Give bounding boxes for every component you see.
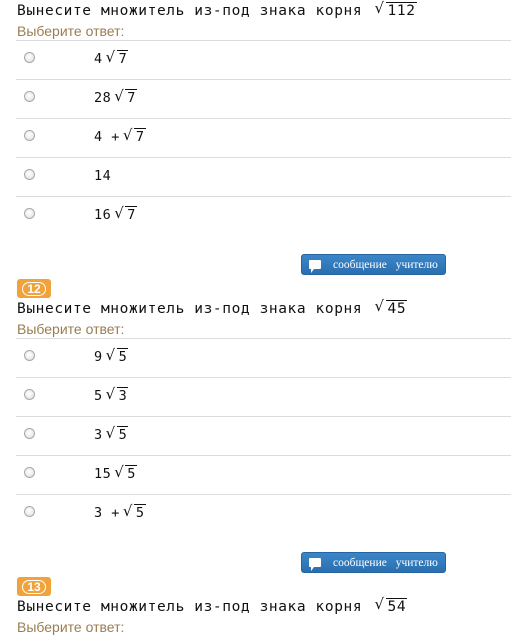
answer-option[interactable]: 16 √ 7 [16, 197, 511, 235]
answer-option[interactable]: 4 √ 7 [16, 41, 511, 80]
message-row: сообщение учителю [0, 533, 511, 577]
answer-option[interactable]: 15 √ 5 [16, 456, 511, 495]
answer-option[interactable]: 9 √ 5 [16, 339, 511, 378]
radio-circle-icon[interactable] [24, 467, 35, 478]
speech-bubble-icon [309, 260, 321, 273]
answer-hint: Выберите ответ: [17, 321, 125, 337]
message-button-label: сообщение учителю [333, 258, 438, 271]
question-13: 13 Вынесите множитель из-под знака корня… [0, 577, 511, 636]
radio-circle-icon[interactable] [24, 350, 35, 361]
answer-label: 3 + √ 5 [94, 502, 146, 521]
message-teacher-button[interactable]: сообщение учителю [301, 254, 446, 275]
message-row: сообщение учителю [0, 235, 511, 279]
answer-list: 9 √ 5 5 √ 3 3 √ 5 15 √ 5 3 + √ 5 [16, 338, 511, 533]
answer-label: 3 √ 5 [94, 424, 129, 443]
answer-option[interactable]: 28 √ 7 [16, 80, 511, 119]
sqrt-symbol: √ 54 [374, 595, 408, 615]
answer-label: 16 √ 7 [94, 204, 137, 223]
radio-circle-icon[interactable] [24, 208, 35, 219]
question-number: 13 [22, 579, 46, 594]
answer-list: 4 √ 7 28 √ 7 4 + √ 7 14 16 √ 7 [16, 40, 511, 235]
radio-circle-icon[interactable] [24, 130, 35, 141]
answer-hint: Выберите ответ: [17, 23, 125, 39]
question-text: Вынесите множитель из-под знака корня √ 1… [17, 0, 511, 22]
radio-circle-icon[interactable] [24, 52, 35, 63]
answer-label: 14 [94, 168, 112, 184]
answer-label: 9 √ 5 [94, 346, 129, 365]
radio-circle-icon[interactable] [24, 169, 35, 180]
sqrt-symbol: √ 45 [374, 297, 408, 317]
radio-circle-icon[interactable] [24, 428, 35, 439]
answer-option[interactable]: 14 [16, 158, 511, 197]
answer-option[interactable]: 3 + √ 5 [16, 495, 511, 533]
answer-option[interactable]: 4 + √ 7 [16, 119, 511, 158]
question-text: Вынесите множитель из-под знака корня √ 4… [17, 297, 511, 320]
speech-bubble-icon [309, 558, 321, 571]
question-number: 12 [22, 281, 46, 296]
message-teacher-button[interactable]: сообщение учителю [301, 552, 446, 573]
answer-option[interactable]: 5 √ 3 [16, 378, 511, 417]
question-number-badge: 13 [17, 577, 51, 596]
question-number-badge: 12 [17, 279, 51, 298]
answer-label: 4 + √ 7 [94, 126, 146, 145]
radio-circle-icon[interactable] [24, 506, 35, 517]
question-text: Вынесите множитель из-под знака корня √ 5… [17, 595, 511, 618]
answer-option[interactable]: 3 √ 5 [16, 417, 511, 456]
answer-label: 4 √ 7 [94, 48, 129, 67]
radio-circle-icon[interactable] [24, 91, 35, 102]
question-11: Вынесите множитель из-под знака корня √ 1… [0, 0, 511, 279]
sqrt-symbol: √ 112 [374, 0, 417, 19]
message-button-label: сообщение учителю [333, 556, 438, 569]
quiz-page: Вынесите множитель из-под знака корня √ 1… [0, 0, 511, 636]
question-12: 12 Вынесите множитель из-под знака корня… [0, 279, 511, 577]
answer-label: 15 √ 5 [94, 463, 137, 482]
radio-circle-icon[interactable] [24, 389, 35, 400]
answer-hint: Выберите ответ: [17, 619, 125, 635]
answer-label: 28 √ 7 [94, 87, 137, 106]
answer-label: 5 √ 3 [94, 385, 129, 404]
